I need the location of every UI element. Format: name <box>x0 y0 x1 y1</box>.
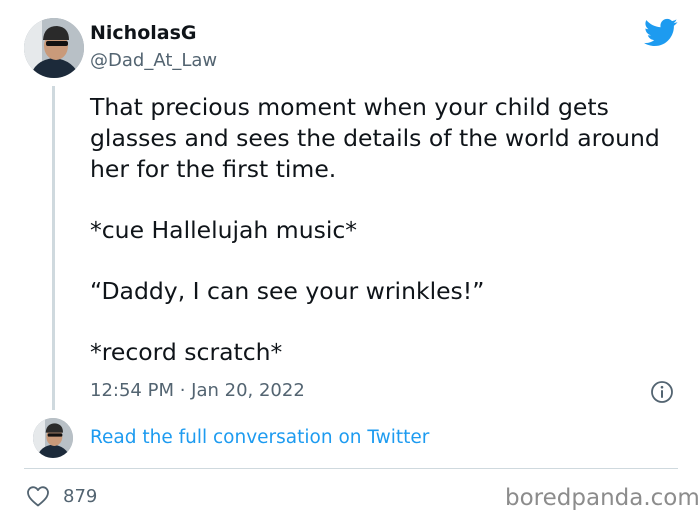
divider <box>24 468 678 469</box>
info-icon[interactable] <box>650 380 674 404</box>
read-conversation-link[interactable]: Read the full conversation on Twitter <box>90 427 429 448</box>
author-avatar-small[interactable] <box>33 418 73 458</box>
heart-icon[interactable] <box>26 485 50 507</box>
watermark: boredpanda.com <box>505 485 700 511</box>
like-count[interactable]: 879 <box>63 486 97 507</box>
author-handle[interactable]: @Dad_At_Law <box>90 50 217 71</box>
tweet-timestamp[interactable]: 12:54 PM · Jan 20, 2022 <box>90 380 305 401</box>
tweet-paragraph: “Daddy, I can see your wrinkles!” <box>90 277 485 305</box>
author-name[interactable]: NicholasG <box>90 22 197 44</box>
tweet-text: That precious moment when your child get… <box>90 92 680 398</box>
author-avatar[interactable] <box>24 18 84 78</box>
twitter-bird-icon[interactable] <box>644 18 678 48</box>
tweet-paragraph: *cue Hallelujah music* <box>90 216 358 244</box>
tweet-paragraph: That precious moment when your child get… <box>90 93 660 183</box>
tweet-paragraph: *record scratch* <box>90 338 283 366</box>
thread-connector-line <box>52 86 55 410</box>
